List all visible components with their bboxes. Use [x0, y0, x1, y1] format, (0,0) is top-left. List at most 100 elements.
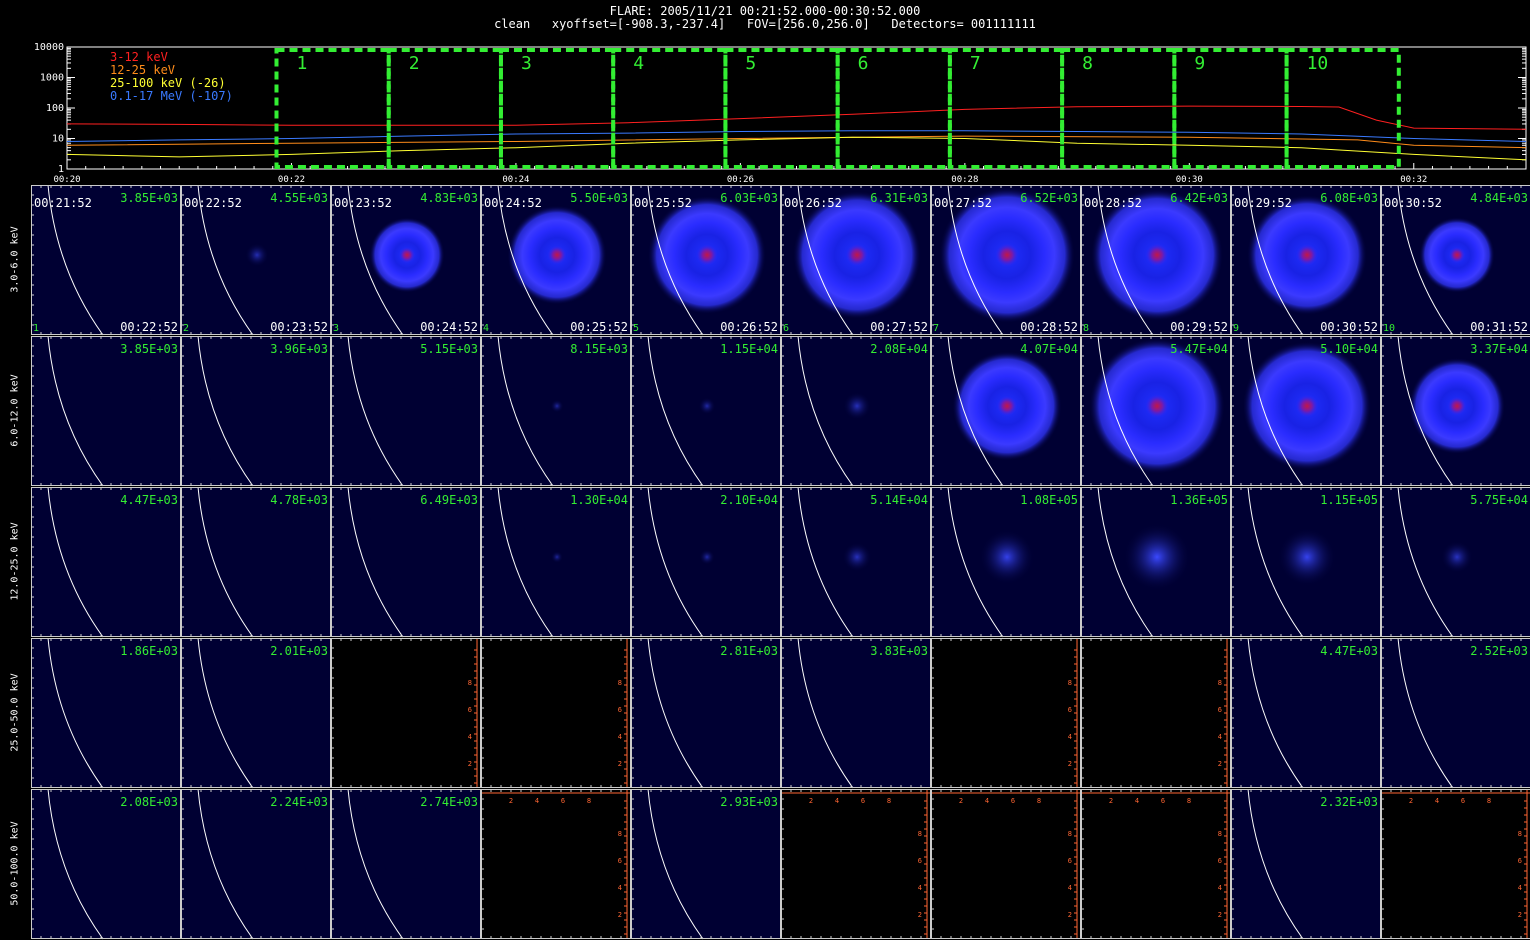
time-interval-box: [274, 48, 391, 169]
cell-background: [931, 638, 1081, 788]
empty-x-tick-label: 8: [887, 797, 891, 805]
cell-background: [1381, 638, 1530, 788]
empty-y-tick-label: 2: [1218, 911, 1222, 919]
flare-core: [845, 243, 869, 267]
empty-x-tick-label: 6: [1461, 797, 1465, 805]
cell-start-time: 00:29:52: [1234, 196, 1292, 210]
image-cell: 6.42E+0300:28:5200:29:528: [1081, 185, 1231, 336]
image-cell: 3.85E+0300:21:5200:22:521: [31, 185, 181, 336]
flare-core: [1447, 396, 1467, 416]
cell-background: [331, 487, 481, 637]
image-cell: 2 4 6 8 2 4 6 8: [481, 789, 631, 939]
cell-max-value: 5.75E+04: [1470, 493, 1528, 507]
cell-background: [481, 789, 631, 939]
cell-max-value: 2.10E+04: [720, 493, 778, 507]
image-cell: 4.07E+04: [931, 335, 1081, 487]
x-tick-label: 00:24: [502, 175, 529, 185]
image-cell: 2.01E+03: [181, 637, 331, 789]
empty-y-tick-label: 8: [1218, 830, 1222, 838]
cell-background: [1381, 789, 1530, 939]
image-cell: 2 4 6 8: [481, 638, 631, 788]
cell-background: [781, 789, 931, 939]
cell-start-time: 00:26:52: [784, 196, 842, 210]
cell-max-value: 4.78E+03: [270, 493, 328, 507]
empty-y-tick-label: 2: [468, 760, 472, 768]
cell-max-value: 3.96E+03: [270, 342, 328, 356]
flare-source: [1277, 527, 1337, 587]
cell-max-value: 3.85E+03: [120, 191, 178, 205]
cell-max-value: 1.15E+05: [1320, 493, 1378, 507]
empty-y-tick-label: 4: [468, 733, 472, 741]
image-cell: 4.83E+0300:23:5200:24:523: [331, 185, 481, 336]
empty-y-tick-label: 4: [918, 884, 922, 892]
image-cell: 2.81E+03: [631, 637, 781, 789]
empty-x-tick-label: 2: [509, 797, 513, 805]
empty-y-tick-label: 4: [1068, 884, 1072, 892]
cell-max-value: 2.08E+03: [120, 795, 178, 809]
empty-y-tick-label: 8: [618, 679, 622, 687]
x-tick-label: 00:28: [951, 175, 978, 185]
empty-y-tick-label: 2: [1068, 760, 1072, 768]
legend-entry: 12-25 keV: [110, 63, 175, 77]
cell-max-value: 4.83E+03: [420, 191, 478, 205]
cell-end-time: 00:26:52: [720, 320, 778, 334]
flare-core: [1295, 243, 1319, 267]
cell-end-time: 00:28:52: [1020, 320, 1078, 334]
cell-max-value: 3.85E+03: [120, 342, 178, 356]
image-cell: 2.24E+03: [181, 788, 331, 940]
image-cell: 2.10E+04: [631, 486, 781, 638]
time-interval-label: 2: [409, 53, 420, 74]
cell-background: [331, 789, 481, 939]
empty-y-tick-label: 8: [918, 830, 922, 838]
image-cell: 5.75E+04: [1381, 486, 1530, 638]
image-cell: 2 4 6 8 2 4 6 8: [931, 789, 1081, 939]
empty-x-tick-label: 8: [1487, 797, 1491, 805]
image-cell: 1.30E+04: [481, 486, 631, 638]
image-cell: 6.31E+0300:26:5200:27:526: [781, 185, 931, 336]
empty-y-tick-label: 4: [618, 733, 622, 741]
cell-max-value: 2.93E+03: [720, 795, 778, 809]
flare-core: [547, 245, 567, 265]
empty-x-tick-label: 4: [535, 797, 539, 805]
cell-background: [181, 487, 331, 637]
time-interval-label: 10: [1307, 53, 1329, 74]
flare-source: [245, 243, 269, 267]
empty-x-tick-label: 4: [1435, 797, 1439, 805]
time-interval-box: [1172, 48, 1289, 169]
cell-max-value: 5.14E+04: [870, 493, 928, 507]
time-interval-box: [1060, 48, 1177, 169]
image-cell: 4.84E+03 00:30:52 00:31:52 10: [1381, 185, 1530, 336]
cell-max-value: 1.36E+05: [1170, 493, 1228, 507]
cell-max-value: 4.55E+03: [270, 191, 328, 205]
empty-y-tick-label: 2: [1518, 911, 1522, 919]
cell-background: [1231, 638, 1381, 788]
image-cell: 2 4 6 8: [931, 638, 1081, 788]
cell-max-value: 6.31E+03: [870, 191, 928, 205]
empty-y-tick-label: 6: [918, 857, 922, 865]
empty-y-tick-label: 2: [618, 760, 622, 768]
empty-y-tick-label: 6: [618, 706, 622, 714]
series-line: [66, 105, 1527, 130]
cell-background: [31, 638, 181, 788]
image-cell: 4.55E+0300:22:5200:23:522: [181, 185, 331, 336]
image-grid: 3.85E+0300:21:5200:22:5214.55E+0300:22:5…: [31, 185, 1530, 940]
x-tick-label: 00:30: [1176, 175, 1203, 185]
empty-x-tick-label: 8: [1037, 797, 1041, 805]
cell-max-value: 1.86E+03: [120, 644, 178, 658]
y-tick-label: 100: [46, 103, 64, 114]
empty-y-tick-label: 8: [1068, 830, 1072, 838]
x-tick-label: 00:22: [278, 175, 305, 185]
x-tick-label: 00:32: [1400, 175, 1427, 185]
empty-y-tick-label: 8: [618, 830, 622, 838]
cell-max-value: 6.49E+03: [420, 493, 478, 507]
legend-entry: 0.1-17 MeV (-107): [110, 89, 233, 103]
empty-y-tick-label: 4: [1068, 733, 1072, 741]
cell-max-value: 4.47E+03: [120, 493, 178, 507]
cell-background: [481, 638, 631, 788]
legend-entry: 3-12 keV: [110, 50, 168, 64]
image-cell: 4.47E+03: [1231, 637, 1381, 789]
empty-y-tick-label: 2: [1218, 760, 1222, 768]
cell-background: [631, 638, 781, 788]
cell-max-value: 2.24E+03: [270, 795, 328, 809]
empty-x-tick-label: 4: [985, 797, 989, 805]
